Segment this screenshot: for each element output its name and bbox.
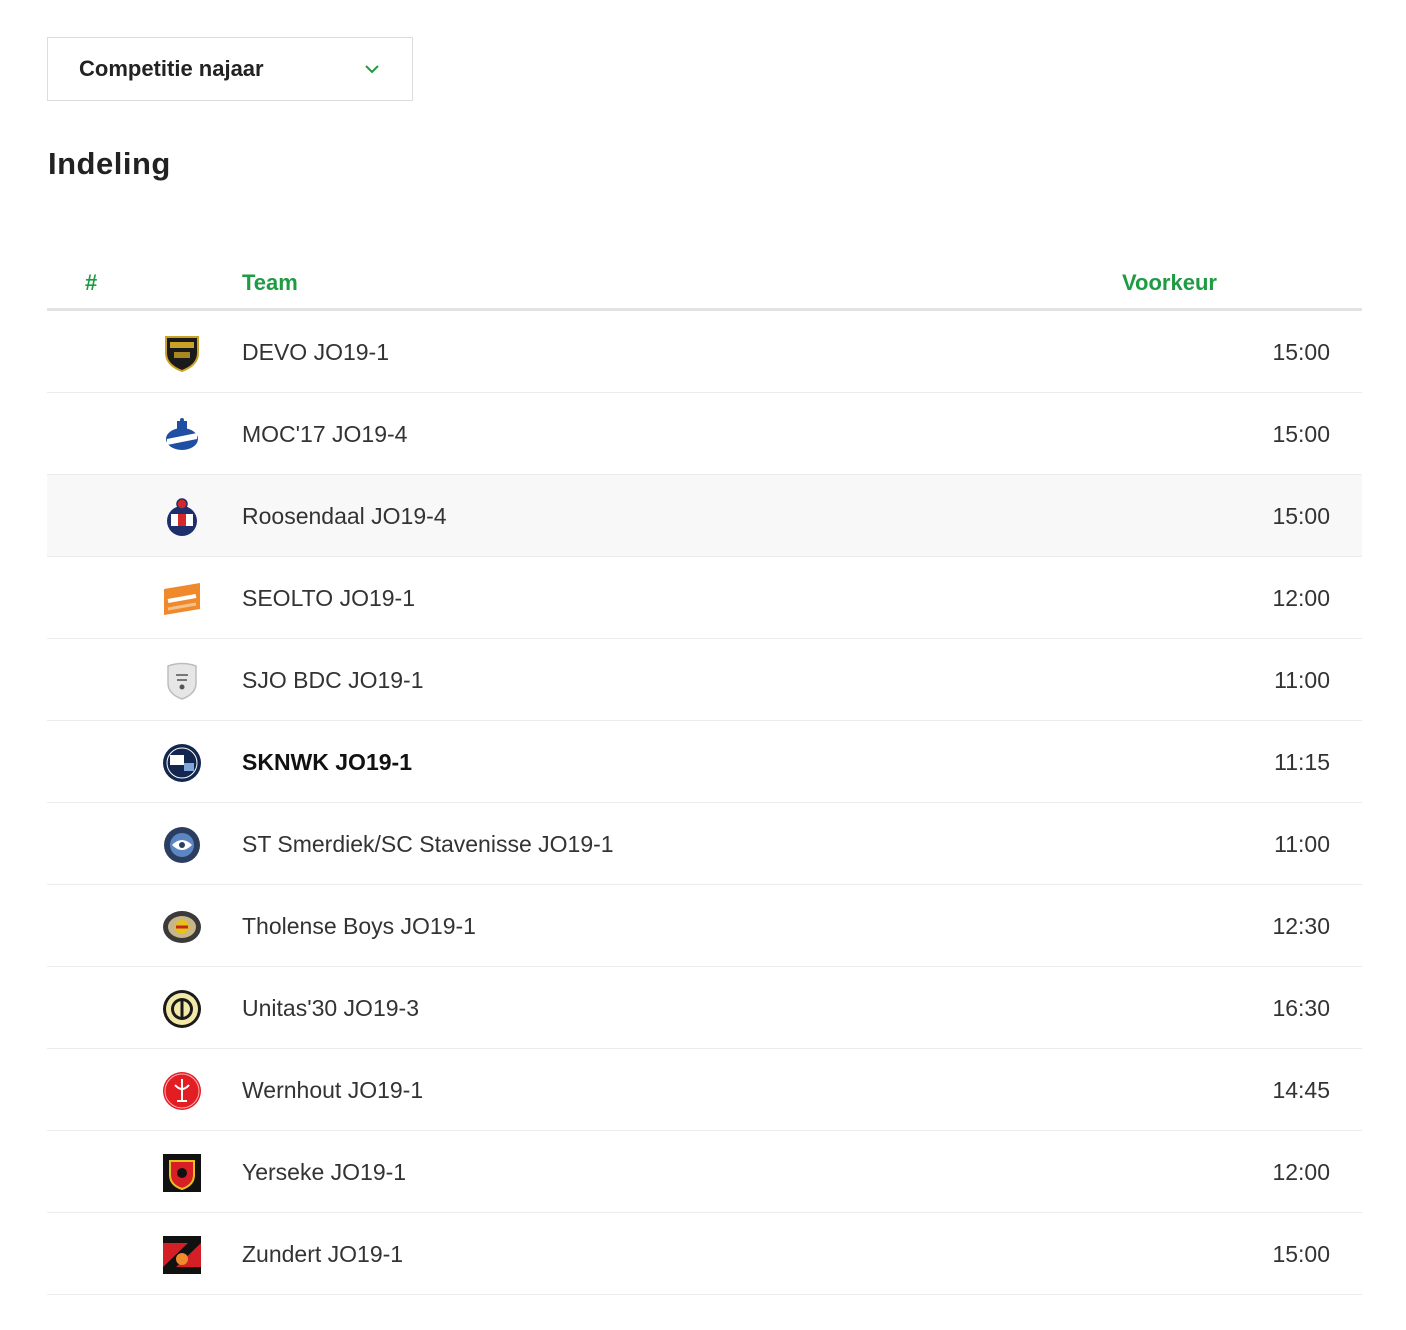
team-name[interactable]: Zundert JO19-1: [242, 1241, 403, 1268]
column-header-number[interactable]: #: [85, 270, 97, 296]
table-row[interactable]: SEOLTO JO19-1 12:00: [47, 557, 1362, 639]
table-row[interactable]: Tholense Boys JO19-1 12:30: [47, 885, 1362, 967]
page-title: Indeling: [48, 146, 171, 181]
table-header: # Team Voorkeur: [47, 258, 1362, 311]
table-row[interactable]: Wernhout JO19-1 14:45: [47, 1049, 1362, 1131]
team-name[interactable]: ST Smerdiek/SC Stavenisse JO19-1: [242, 831, 614, 858]
team-name[interactable]: DEVO JO19-1: [242, 339, 389, 366]
team-name[interactable]: SJO BDC JO19-1: [242, 667, 424, 694]
devo-logo-icon: [162, 333, 202, 373]
wernhout-logo-icon: [162, 1071, 202, 1111]
team-name[interactable]: Tholense Boys JO19-1: [242, 913, 476, 940]
preference-time: 14:45: [1272, 1077, 1330, 1103]
table-row[interactable]: SKNWK JO19-1 11:15: [47, 721, 1362, 803]
preference-time: 11:00: [1274, 831, 1330, 857]
column-header-team[interactable]: Team: [242, 270, 298, 296]
team-name[interactable]: Roosendaal JO19-4: [242, 503, 447, 530]
sknwk-logo-icon: [162, 743, 202, 783]
preference-time: 16:30: [1272, 995, 1330, 1021]
table-row[interactable]: Zundert JO19-1 15:00: [47, 1213, 1362, 1295]
competition-select[interactable]: Competitie najaar: [47, 37, 413, 101]
roosendaal-logo-icon: [162, 497, 202, 537]
preference-time: 15:00: [1272, 1241, 1330, 1267]
seolto-logo-icon: [162, 579, 202, 619]
team-name[interactable]: Yerseke JO19-1: [242, 1159, 406, 1186]
preference-time: 11:00: [1274, 667, 1330, 693]
standings-table: # Team Voorkeur DEVO JO19-1 15:00 MOC'17…: [47, 258, 1362, 1295]
team-name[interactable]: Wernhout JO19-1: [242, 1077, 423, 1104]
team-name[interactable]: SKNWK JO19-1: [242, 749, 412, 776]
chevron-down-icon: [365, 65, 379, 74]
zundert-logo-icon: [162, 1235, 202, 1275]
preference-time: 15:00: [1272, 421, 1330, 447]
team-name[interactable]: MOC'17 JO19-4: [242, 421, 407, 448]
preference-time: 15:00: [1272, 339, 1330, 365]
preference-time: 12:00: [1272, 1159, 1330, 1185]
preference-time: 12:30: [1272, 913, 1330, 939]
competition-select-label: Competitie najaar: [79, 56, 264, 81]
table-row[interactable]: MOC'17 JO19-4 15:00: [47, 393, 1362, 475]
table-row[interactable]: ST Smerdiek/SC Stavenisse JO19-1 11:00: [47, 803, 1362, 885]
smerdiek-logo-icon: [162, 825, 202, 865]
preference-time: 15:00: [1272, 503, 1330, 529]
table-row[interactable]: Unitas'30 JO19-3 16:30: [47, 967, 1362, 1049]
preference-time: 12:00: [1272, 585, 1330, 611]
tholense-boys-logo-icon: [162, 907, 202, 947]
table-row[interactable]: Roosendaal JO19-4 15:00: [47, 475, 1362, 557]
team-name[interactable]: SEOLTO JO19-1: [242, 585, 415, 612]
moc17-logo-icon: [162, 415, 202, 455]
preference-time: 11:15: [1274, 749, 1330, 775]
team-name[interactable]: Unitas'30 JO19-3: [242, 995, 419, 1022]
table-row[interactable]: DEVO JO19-1 15:00: [47, 311, 1362, 393]
table-row[interactable]: Yerseke JO19-1 12:00: [47, 1131, 1362, 1213]
page: Competitie najaar Indeling # Team Voorke…: [0, 0, 1406, 1330]
unitas30-logo-icon: [162, 989, 202, 1029]
column-header-preference[interactable]: Voorkeur: [1122, 270, 1217, 296]
table-row[interactable]: SJO BDC JO19-1 11:00: [47, 639, 1362, 721]
placeholder-shield-icon: [162, 661, 202, 701]
yerseke-logo-icon: [162, 1153, 202, 1193]
